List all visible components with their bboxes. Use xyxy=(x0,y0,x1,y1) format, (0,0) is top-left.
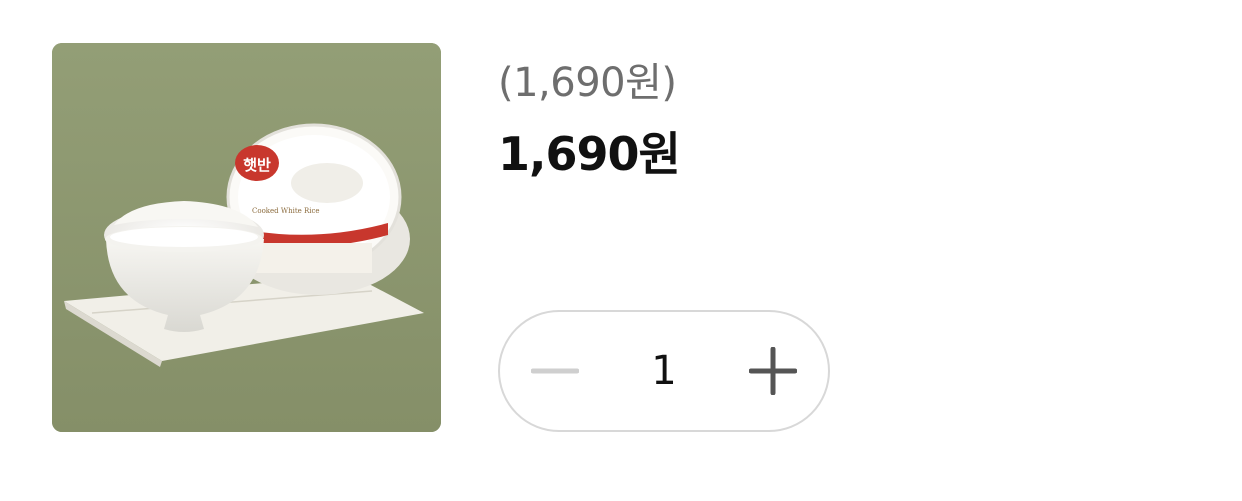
minus-icon xyxy=(531,368,579,374)
decrease-quantity-button[interactable] xyxy=(500,312,610,430)
quantity-value: 1 xyxy=(651,348,677,394)
product-image[interactable]: 햇반 Cooked White Rice xyxy=(52,43,441,432)
increase-quantity-button[interactable] xyxy=(718,312,828,430)
svg-text:햇반: 햇반 xyxy=(243,156,271,174)
plus-icon xyxy=(749,347,797,395)
original-price: (1,690원) xyxy=(498,60,677,106)
quantity-stepper: 1 xyxy=(498,310,830,432)
sale-price: 1,690원 xyxy=(498,127,681,181)
svg-text:Cooked White Rice: Cooked White Rice xyxy=(252,207,320,215)
